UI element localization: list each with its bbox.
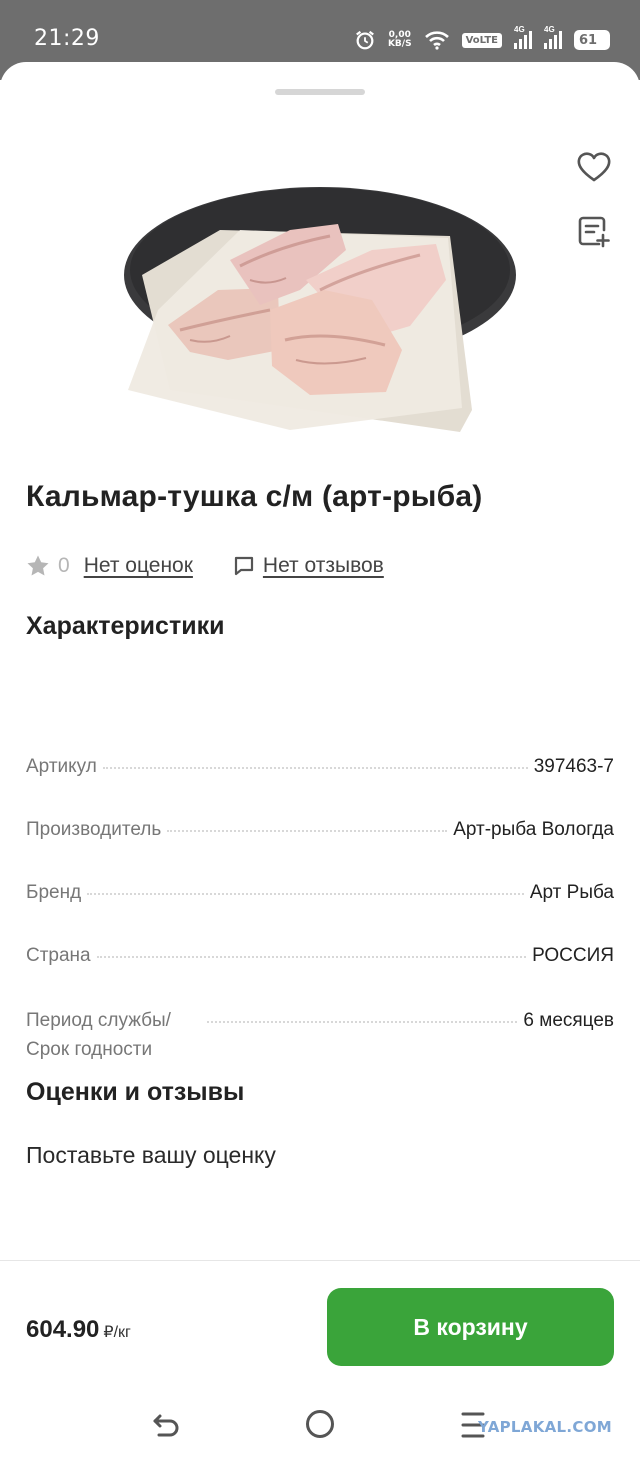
product-image (124, 187, 516, 432)
spec-leader-dots (167, 815, 448, 832)
volte-badge: VoLTE (461, 32, 502, 48)
add-to-cart-button[interactable]: В корзину (327, 1288, 614, 1366)
spec-value: Арт Рыба (529, 882, 614, 903)
add-to-list-button[interactable] (576, 214, 612, 250)
spec-value: Арт-рыба Вологда (453, 819, 614, 840)
signal-sim2-icon: 4G (544, 25, 562, 49)
reviews-link[interactable]: Нет отзывов (263, 554, 384, 578)
spec-leader-dots (87, 878, 524, 895)
spec-leader-dots (96, 941, 527, 958)
spec-value: РОССИЯ (532, 945, 614, 966)
back-icon[interactable] (150, 1410, 182, 1440)
reviews-heading: Оценки и отзывы (26, 1078, 245, 1106)
price-unit: ₽/кг (103, 1324, 131, 1341)
spec-value: 397463-7 (533, 756, 614, 777)
ratings-link[interactable]: Нет оценок (84, 554, 193, 578)
network-speed: 0,00 KB/S (388, 31, 412, 49)
spec-leader-dots (207, 1006, 518, 1023)
specs-heading: Характеристики (26, 612, 225, 640)
spec-label: Артикул (26, 756, 97, 777)
spec-leader-dots (102, 752, 528, 769)
watermark: YAPLAKAL.COM (478, 1418, 612, 1436)
comment-icon (234, 556, 254, 576)
spec-label: Бренд (26, 882, 82, 903)
home-icon[interactable] (306, 1410, 334, 1438)
sheet-drag-handle[interactable] (275, 89, 365, 95)
wifi-icon (424, 31, 449, 50)
spec-row: Бренд Арт Рыба (26, 878, 614, 907)
spec-row: Страна РОССИЯ (26, 941, 614, 970)
spec-row: Артикул 397463-7 (26, 752, 614, 781)
battery-level: 61 (579, 32, 598, 48)
spec-row: Период службы/ Срок годности 6 месяцев (26, 1006, 614, 1064)
sim2-label: 4G (544, 25, 555, 34)
status-icons: 0,00 KB/S VoLTE 4G 4G 61 (354, 25, 610, 54)
rating-value: 0 (58, 554, 70, 577)
favorite-button[interactable] (576, 149, 612, 185)
price-value: 604.90 (26, 1316, 100, 1343)
sim1-label: 4G (514, 25, 525, 34)
spec-value: 6 месяцев (523, 1010, 614, 1031)
rate-prompt[interactable]: Поставьте вашу оценку (26, 1142, 276, 1169)
battery-icon: 61 (574, 30, 610, 50)
status-time: 21:29 (34, 26, 100, 51)
spec-label: Страна (26, 945, 91, 966)
product-title: Кальмар-тушка с/м (арт-рыба) (26, 480, 483, 513)
speed-unit: KB/S (387, 39, 412, 49)
price: 604.90 ₽/кг (26, 1316, 131, 1344)
alarm-icon (356, 30, 374, 50)
heart-icon (577, 152, 611, 182)
spec-row: Производитель Арт-рыба Вологда (26, 815, 614, 844)
signal-sim1-icon: 4G (514, 25, 532, 49)
star-icon (27, 555, 49, 576)
spec-label: Период службы/ Срок годности (26, 1010, 171, 1060)
spec-label: Производитель (26, 819, 162, 840)
rating-row: 0 Нет оценок Нет отзывов (26, 552, 384, 580)
add-to-list-icon (578, 216, 610, 248)
